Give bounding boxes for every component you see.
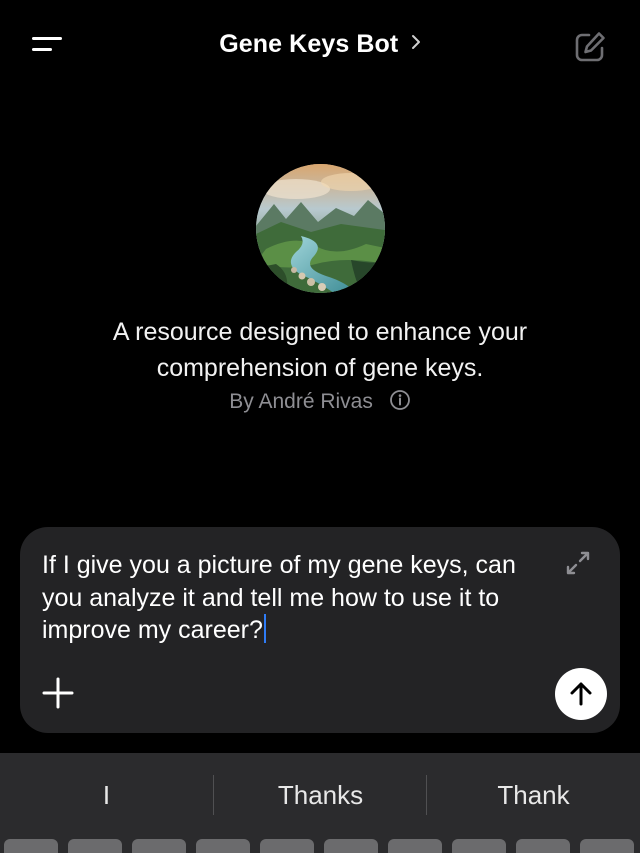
- expand-button[interactable]: [563, 548, 593, 578]
- keyboard-key[interactable]: [388, 839, 442, 853]
- keyboard-key[interactable]: [260, 839, 314, 853]
- bot-title-button[interactable]: Gene Keys Bot: [0, 30, 640, 59]
- keyboard-key[interactable]: [68, 839, 122, 853]
- compose-icon: [575, 32, 605, 62]
- suggestion-2[interactable]: Thanks: [214, 753, 427, 837]
- add-attachment-button[interactable]: [40, 675, 76, 711]
- text-cursor: [263, 614, 267, 643]
- suggestion-1[interactable]: I: [0, 753, 213, 837]
- keyboard-key-row: [0, 839, 640, 853]
- header: Gene Keys Bot: [0, 0, 640, 92]
- keyboard: I Thanks Thank: [0, 753, 640, 853]
- expand-icon: [566, 551, 590, 575]
- send-button[interactable]: [555, 668, 607, 720]
- plus-icon: [42, 677, 74, 709]
- keyboard-key[interactable]: [580, 839, 634, 853]
- chat-screen: Gene Keys Bot A resource designed to enh…: [0, 0, 640, 853]
- bot-avatar: [256, 164, 385, 293]
- message-input[interactable]: If I give you a picture of my gene keys,…: [42, 549, 542, 647]
- keyboard-key[interactable]: [452, 839, 506, 853]
- keyboard-key[interactable]: [196, 839, 250, 853]
- landscape-illustration: [256, 164, 385, 293]
- arrow-up-icon: [570, 682, 592, 706]
- bot-author: By André Rivas: [0, 389, 640, 414]
- keyboard-key[interactable]: [324, 839, 378, 853]
- info-icon[interactable]: [389, 389, 411, 411]
- keyboard-key[interactable]: [132, 839, 186, 853]
- keyboard-key[interactable]: [4, 839, 58, 853]
- message-composer: If I give you a picture of my gene keys,…: [20, 527, 620, 733]
- suggestion-3[interactable]: Thank: [427, 753, 640, 837]
- keyboard-key[interactable]: [516, 839, 570, 853]
- page-title: Gene Keys Bot: [219, 30, 399, 58]
- bot-description: A resource designed to enhance your comp…: [112, 318, 528, 382]
- message-input-text: If I give you a picture of my gene keys,…: [42, 551, 516, 644]
- bot-author-label: By André Rivas: [229, 390, 373, 413]
- new-chat-button[interactable]: [572, 29, 608, 65]
- chevron-right-icon: [411, 35, 420, 49]
- predictive-text-bar: I Thanks Thank: [0, 753, 640, 837]
